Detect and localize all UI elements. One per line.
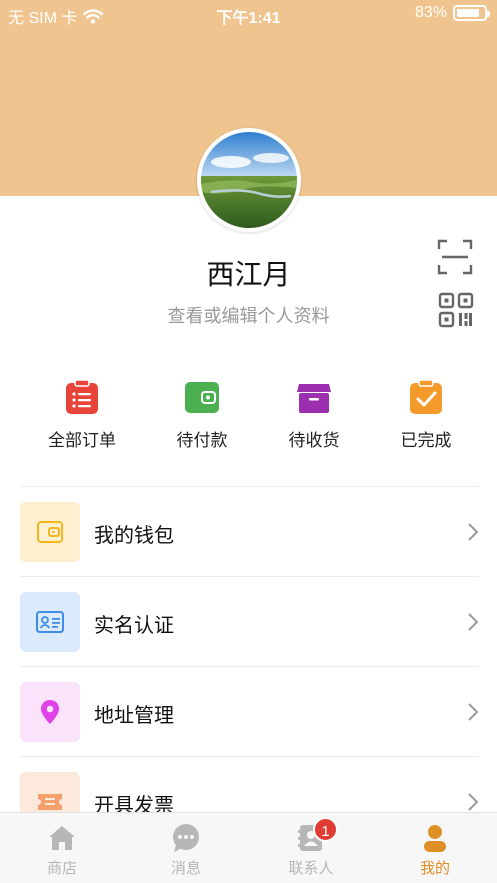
menu-item-address[interactable]: 地址管理 bbox=[20, 667, 479, 757]
user-name[interactable]: 西江月 bbox=[0, 253, 497, 293]
menu-icon-box bbox=[20, 592, 80, 652]
person-icon bbox=[424, 825, 446, 852]
tab-label: 联系人 bbox=[288, 860, 334, 877]
tab-me[interactable]: 我的 bbox=[373, 813, 497, 883]
order-completed-button[interactable]: 已完成 bbox=[376, 374, 476, 451]
menu-label: 实名认证 bbox=[94, 615, 174, 637]
edit-profile-link[interactable]: 查看或编辑个人资料 bbox=[0, 302, 497, 328]
tab-messages[interactable]: 消息 bbox=[124, 813, 248, 883]
tab-contacts[interactable]: 联系人 bbox=[249, 813, 373, 883]
menu-item-wallet[interactable]: 我的钱包 bbox=[20, 487, 479, 577]
order-all-label: 全部订单 bbox=[48, 431, 116, 450]
box-icon bbox=[297, 384, 331, 413]
chevron-right-icon bbox=[468, 703, 479, 721]
battery-icon bbox=[453, 5, 490, 21]
avatar-landscape-image bbox=[201, 132, 297, 228]
avatar[interactable] bbox=[197, 128, 301, 232]
qr-code-icon[interactable] bbox=[438, 292, 474, 328]
contacts-unread-badge: 1 bbox=[313, 817, 338, 842]
order-shortcuts: 全部订单 待付款 待收货 已完成 bbox=[0, 374, 497, 464]
chevron-right-icon bbox=[468, 523, 479, 541]
home-icon bbox=[49, 826, 75, 850]
battery-percent: 83% bbox=[414, 4, 447, 21]
status-bar: 无 SIM 卡 下午1:41 83% bbox=[0, 0, 497, 28]
menu-label: 地址管理 bbox=[94, 705, 174, 727]
menu-icon-box bbox=[20, 682, 80, 742]
wallet-icon bbox=[37, 521, 63, 543]
battery-tip bbox=[487, 11, 490, 17]
tab-bar: 商店 消息 联系人 我的 bbox=[0, 812, 497, 883]
settings-menu: 我的钱包 实名认证 地址管理 开具发票 bbox=[20, 486, 479, 847]
order-pending-payment-label: 待付款 bbox=[176, 431, 228, 450]
clipboard-check-icon bbox=[410, 379, 442, 414]
tab-store[interactable]: 商店 bbox=[0, 813, 124, 883]
tab-label: 消息 bbox=[170, 860, 201, 877]
status-right: 83% bbox=[414, 4, 490, 22]
order-pending-payment-button[interactable]: 待付款 bbox=[152, 374, 252, 451]
chat-bubble-icon bbox=[173, 824, 199, 852]
battery-fill bbox=[457, 9, 479, 17]
id-card-icon bbox=[36, 611, 64, 633]
tab-label: 商店 bbox=[46, 860, 77, 877]
menu-item-verification[interactable]: 实名认证 bbox=[20, 577, 479, 667]
scan-icon[interactable] bbox=[436, 238, 474, 276]
wallet-icon bbox=[185, 382, 219, 413]
location-pin-icon bbox=[41, 700, 59, 724]
order-all-button[interactable]: 全部订单 bbox=[32, 374, 132, 451]
chevron-right-icon bbox=[468, 793, 479, 811]
order-list-icon bbox=[66, 379, 98, 414]
order-completed-label: 已完成 bbox=[400, 431, 452, 450]
menu-icon-box bbox=[20, 502, 80, 562]
menu-label: 我的钱包 bbox=[94, 525, 174, 547]
order-pending-receipt-label: 待收货 bbox=[288, 431, 340, 450]
chevron-right-icon bbox=[468, 613, 479, 631]
tab-label: 我的 bbox=[419, 860, 450, 877]
order-pending-receipt-button[interactable]: 待收货 bbox=[264, 374, 364, 451]
